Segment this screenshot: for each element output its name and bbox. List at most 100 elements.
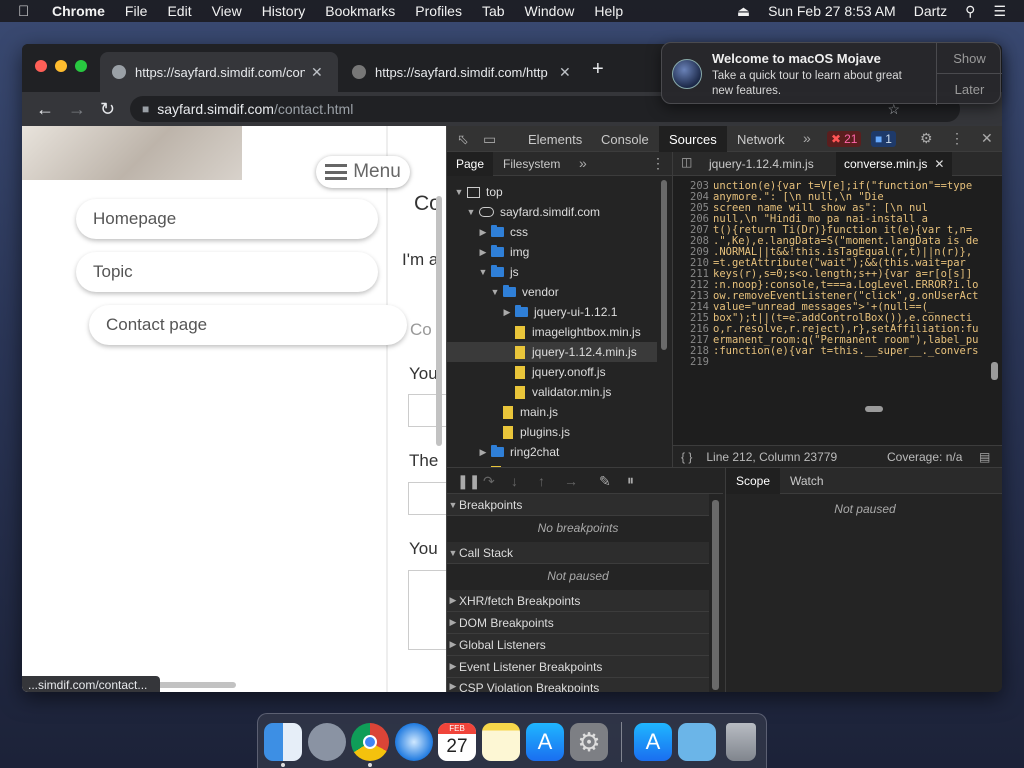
apple-menu-icon[interactable]:  bbox=[18, 3, 38, 20]
tree-item[interactable]: ▼ js bbox=[447, 262, 657, 282]
launchpad-icon[interactable] bbox=[308, 723, 346, 761]
collapse-triangle-icon[interactable]: ▼ bbox=[453, 187, 465, 197]
code-lines[interactable]: 203 unction(e){var t=V[e];if("function"==… bbox=[673, 179, 987, 409]
pause-icon[interactable]: ❚❚ bbox=[457, 473, 480, 490]
menu-tab[interactable]: Tab bbox=[482, 3, 505, 19]
more-tabs-chevron-icon[interactable]: » bbox=[803, 130, 811, 146]
menu-clock[interactable]: Sun Feb 27 8:53 AM bbox=[768, 3, 896, 19]
menu-help[interactable]: Help bbox=[594, 3, 623, 19]
notes-icon[interactable] bbox=[482, 723, 520, 761]
browser-tab[interactable]: https://sayfard.simdif.com/http ✕ bbox=[340, 52, 584, 92]
step-out-icon[interactable]: ↑ bbox=[538, 473, 545, 489]
tree-item[interactable]: ▼ sayfard.simdif.com bbox=[447, 202, 657, 222]
zoom-window-button[interactable] bbox=[75, 60, 87, 72]
step-over-icon[interactable]: ↷ bbox=[483, 473, 495, 490]
nav-item-topic[interactable]: Topic bbox=[76, 252, 378, 292]
tab-watch[interactable]: Watch bbox=[790, 468, 824, 494]
section-xhr-breakpoints[interactable]: ▶ XHR/fetch Breakpoints bbox=[447, 590, 709, 612]
expand-triangle-icon[interactable]: ▶ bbox=[477, 447, 489, 458]
section-event-listener-breakpoints[interactable]: ▶ Event Listener Breakpoints bbox=[447, 656, 709, 678]
menu-window[interactable]: Window bbox=[525, 3, 575, 19]
tree-item[interactable]: ▶ css bbox=[447, 222, 657, 242]
menu-history[interactable]: History bbox=[262, 3, 306, 19]
browser-tab-active[interactable]: https://sayfard.simdif.com/con ✕ bbox=[100, 52, 338, 92]
device-toolbar-icon[interactable]: ▭ bbox=[483, 131, 496, 148]
menu-app-name[interactable]: Chrome bbox=[52, 3, 105, 19]
tree-scrollbar[interactable] bbox=[661, 180, 667, 350]
inspect-element-icon[interactable]: ⬁ bbox=[457, 131, 469, 148]
eject-icon[interactable]: ⏏ bbox=[737, 3, 750, 20]
tab-filesystem[interactable]: Filesystem bbox=[503, 152, 560, 176]
menu-edit[interactable]: Edit bbox=[167, 3, 191, 19]
menu-user[interactable]: Dartz bbox=[914, 3, 947, 19]
close-file-icon[interactable]: ✕ bbox=[934, 157, 944, 171]
section-call-stack[interactable]: ▼ Call Stack bbox=[447, 542, 709, 564]
close-devtools-icon[interactable]: ✕ bbox=[981, 130, 993, 147]
expand-triangle-icon[interactable]: ▶ bbox=[477, 227, 489, 238]
step-icon[interactable]: → bbox=[564, 473, 578, 489]
settings-gear-icon[interactable]: ⚙ bbox=[920, 130, 933, 147]
nav-item-homepage[interactable]: Homepage bbox=[76, 199, 378, 239]
tree-item[interactable]: ▼ top bbox=[447, 182, 657, 202]
system-notification[interactable]: Welcome to macOS Mojave Take a quick tou… bbox=[661, 42, 1002, 105]
calendar-icon[interactable]: FEB 27 bbox=[438, 723, 476, 761]
tree-item[interactable]: plugins.js bbox=[447, 422, 657, 442]
notification-center-icon[interactable]: ☰ bbox=[993, 3, 1006, 20]
expand-triangle-icon[interactable]: ▶ bbox=[501, 307, 513, 318]
tree-item[interactable]: jquery-1.12.4.min.js bbox=[447, 342, 657, 362]
section-dom-breakpoints[interactable]: ▶ DOM Breakpoints bbox=[447, 612, 709, 634]
nav-item-contact[interactable]: Contact page bbox=[89, 305, 407, 345]
close-window-button[interactable] bbox=[35, 60, 47, 72]
safari-icon[interactable] bbox=[395, 723, 433, 761]
tab-console[interactable]: Console bbox=[601, 126, 649, 152]
tree-item[interactable]: ▶ jquery-ui-1.12.1 bbox=[447, 302, 657, 322]
expand-triangle-icon[interactable]: ▶ bbox=[477, 247, 489, 258]
system-preferences-icon[interactable]: ⚙ bbox=[570, 723, 608, 761]
tab-elements[interactable]: Elements bbox=[528, 126, 582, 152]
finder-icon[interactable] bbox=[264, 723, 302, 761]
collapse-triangle-icon[interactable]: ▼ bbox=[477, 267, 489, 277]
tree-item[interactable]: validator.min.js bbox=[447, 382, 657, 402]
new-tab-button[interactable]: + bbox=[592, 58, 604, 81]
tab-network[interactable]: Network bbox=[737, 126, 785, 152]
tree-item[interactable]: jquery.onoff.js bbox=[447, 362, 657, 382]
email-input[interactable] bbox=[408, 482, 446, 515]
kebab-menu-icon[interactable]: ⋮ bbox=[950, 130, 964, 147]
close-tab-icon[interactable]: ✕ bbox=[559, 64, 571, 81]
kebab-menu-icon[interactable]: ⋮ bbox=[651, 155, 665, 172]
section-csp-breakpoints[interactable]: ▶ CSP Violation Breakpoints bbox=[447, 678, 709, 692]
tree-item[interactable]: ▶ ring2chat bbox=[447, 442, 657, 462]
deactivate-breakpoints-icon[interactable]: ✎ bbox=[599, 473, 611, 490]
pause-on-exceptions-icon[interactable]: ⏸ bbox=[627, 472, 634, 489]
menu-view[interactable]: View bbox=[212, 3, 242, 19]
section-global-listeners[interactable]: ▶ Global Listeners bbox=[447, 634, 709, 656]
section-breakpoints[interactable]: ▼ Breakpoints bbox=[447, 494, 709, 516]
tree-item[interactable]: main.js bbox=[447, 402, 657, 422]
editor-horizontal-scrollbar[interactable] bbox=[865, 406, 883, 412]
tab-sources[interactable]: Sources bbox=[659, 126, 727, 152]
tree-item[interactable]: imagelightbox.min.js bbox=[447, 322, 657, 342]
menu-profiles[interactable]: Profiles bbox=[415, 3, 462, 19]
tree-item[interactable]: ▶ img bbox=[447, 242, 657, 262]
message-count-badge[interactable]: ■ 1 bbox=[871, 131, 896, 147]
toggle-navigator-icon[interactable]: ◫ bbox=[681, 155, 692, 169]
menu-bookmarks[interactable]: Bookmarks bbox=[325, 3, 395, 19]
chrome-icon[interactable] bbox=[351, 723, 389, 761]
close-tab-icon[interactable]: ✕ bbox=[311, 64, 323, 81]
collapse-triangle-icon[interactable]: ▼ bbox=[465, 207, 477, 217]
spotlight-search-icon[interactable]: ⚲ bbox=[965, 3, 975, 20]
back-arrow-icon[interactable]: ← bbox=[36, 99, 54, 120]
app-store-icon[interactable]: A bbox=[526, 723, 564, 761]
tab-page[interactable]: Page bbox=[447, 152, 494, 176]
reload-icon[interactable]: ↻ bbox=[100, 99, 118, 120]
tree-item[interactable]: ▼ vendor bbox=[447, 282, 657, 302]
editor-tab-converse[interactable]: converse.min.js ✕ bbox=[836, 152, 953, 176]
more-chevron-icon[interactable]: » bbox=[579, 155, 587, 171]
page-horizontal-scrollbar[interactable] bbox=[156, 682, 236, 688]
collapse-triangle-icon[interactable]: ▼ bbox=[489, 287, 501, 297]
trash-icon[interactable] bbox=[726, 723, 756, 761]
message-textarea[interactable] bbox=[408, 570, 446, 650]
forward-arrow-icon[interactable]: → bbox=[68, 99, 86, 120]
applications-folder-icon[interactable]: A bbox=[634, 723, 672, 761]
menu-file[interactable]: File bbox=[125, 3, 148, 19]
